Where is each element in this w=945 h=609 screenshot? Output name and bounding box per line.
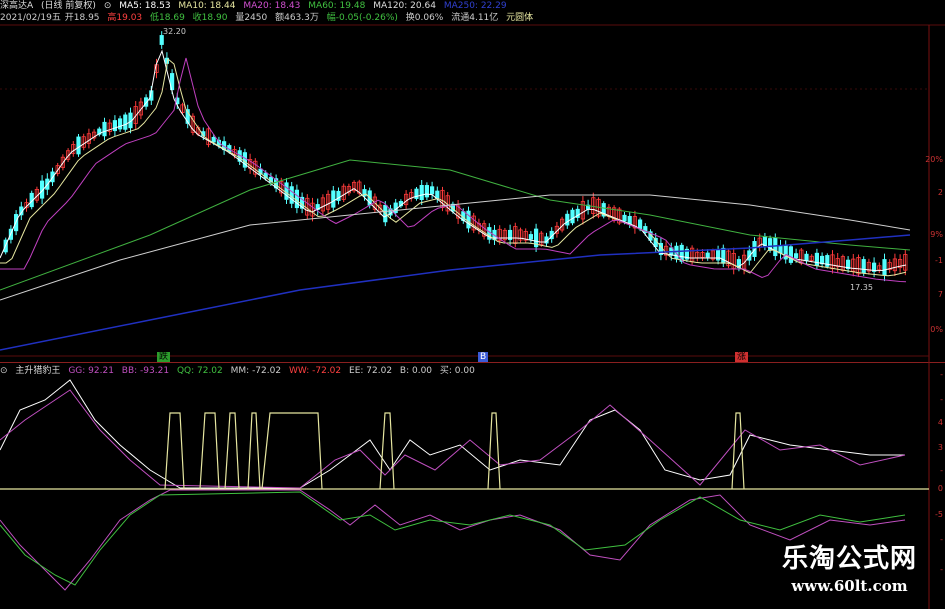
signal-spike <box>224 412 240 490</box>
ma60-line <box>0 159 911 291</box>
marker-buy-blue[interactable]: B <box>478 352 489 362</box>
candle-body <box>716 249 721 261</box>
candle-body <box>622 214 627 222</box>
marker-sell-green[interactable]: 跌 <box>157 352 171 362</box>
candle-body <box>528 234 534 240</box>
signal-spike <box>379 412 395 490</box>
candle-body <box>76 136 81 155</box>
ind-axis-tick-6: 0 <box>937 484 943 493</box>
candle-body <box>118 118 123 130</box>
ind-axis-tick-2: - <box>940 395 943 404</box>
axis-tick-4: -1 <box>935 256 943 265</box>
axis-tick-5: 7 <box>937 290 943 299</box>
candle-body <box>429 186 435 195</box>
watermark: 乐淘公式网 www.60lt.com <box>782 538 917 595</box>
candle-body <box>794 253 799 259</box>
ind-axis-tick-5: - <box>940 466 943 475</box>
signal-spike <box>731 412 745 490</box>
ind-axis-tick-4: 3 <box>937 443 943 452</box>
ind-axis-tick-9: - <box>940 565 943 574</box>
marker-rise-red[interactable]: 涨 <box>735 352 749 362</box>
candle-body <box>804 253 809 262</box>
candle-body <box>435 190 440 199</box>
candle-body <box>778 245 783 254</box>
green-low-line <box>0 491 906 586</box>
candle-body <box>861 259 866 274</box>
ind-axis-tick-1: - <box>940 370 943 379</box>
candle-body <box>123 114 128 130</box>
ind-axis-tick-8: - <box>940 535 943 544</box>
signal-spike <box>487 412 501 490</box>
low-price-marker: 17.35 <box>850 283 873 292</box>
candle-body <box>814 252 820 266</box>
high-price-marker: 32.20 <box>163 27 186 36</box>
candle-body <box>159 35 164 45</box>
ind-axis-tick-3: 4 <box>937 418 943 427</box>
candle-body <box>393 202 398 214</box>
candle-body <box>721 247 726 264</box>
watermark-title: 乐淘公式网 <box>781 544 917 574</box>
candle-body <box>289 186 294 204</box>
candle-body <box>570 209 575 224</box>
white-osc-line <box>0 379 905 489</box>
axis-tick-6: 0% <box>930 325 943 334</box>
candle-body <box>638 219 643 230</box>
magenta-osc-line <box>0 389 906 489</box>
candle-body <box>419 185 424 200</box>
candle-body <box>331 190 336 208</box>
candle-body <box>211 136 216 143</box>
indicator-series <box>0 379 906 591</box>
magenta-low-line <box>0 489 906 591</box>
candle-body <box>788 246 794 263</box>
candle-body <box>112 120 117 132</box>
signal-spike <box>199 412 220 490</box>
axis-tick-2: 2 <box>937 188 943 197</box>
watermark-url: www.60lt.com <box>791 577 908 595</box>
candle-body <box>424 185 430 198</box>
moving-average-series <box>0 49 911 351</box>
candle-body <box>882 259 887 276</box>
candle-body <box>627 216 632 225</box>
candle-body <box>705 252 710 258</box>
candle-body <box>565 213 570 226</box>
signal-spike <box>164 412 185 490</box>
candle-body <box>102 121 107 137</box>
chart-canvas[interactable]: 32.20 17.35 <box>0 0 945 609</box>
candlestick-series <box>3 31 908 282</box>
signal-spike <box>247 412 261 490</box>
candle-body <box>294 189 300 209</box>
axis-tick-3: 9% <box>930 230 943 239</box>
ind-axis-tick-7: -5 <box>935 510 943 519</box>
axis-tick-1: 20% <box>925 155 943 164</box>
candle-body <box>284 182 289 200</box>
